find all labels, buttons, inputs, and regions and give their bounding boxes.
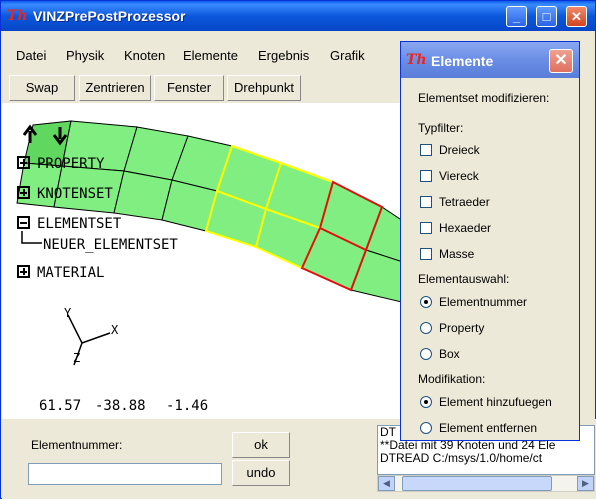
menu-grafik[interactable]: Grafik	[330, 48, 365, 63]
close-button[interactable]: ✕	[566, 6, 587, 27]
coord-x: 61.57	[39, 398, 82, 414]
checkbox-hexaeder[interactable]	[420, 222, 432, 234]
fenster-button[interactable]: Fenster	[154, 75, 224, 101]
collapse-elementset-icon[interactable]	[17, 216, 30, 229]
graphics-canvas[interactable]	[2, 103, 406, 419]
swap-button[interactable]: Swap	[9, 75, 75, 101]
checkbox-masse[interactable]	[420, 248, 432, 260]
dialog-logo: Th	[406, 52, 427, 68]
ok-button[interactable]: ok	[232, 432, 290, 458]
maximize-button[interactable]: □	[536, 6, 557, 27]
scroll-left-icon[interactable]: ◀	[378, 476, 395, 491]
radio-elementnummer[interactable]	[420, 296, 432, 308]
menu-datei[interactable]: Datei	[16, 48, 46, 63]
close-icon: ✕	[554, 52, 568, 69]
tree-item-knotenset[interactable]: KNOTENSET	[37, 186, 113, 202]
coord-y: -38.88	[95, 398, 146, 414]
menu-ergebnis[interactable]: Ergebnis	[258, 48, 309, 63]
option-viereck[interactable]: Viereck	[439, 169, 479, 183]
menu-physik[interactable]: Physik	[66, 48, 104, 63]
maximize-icon: □	[542, 9, 551, 24]
expand-knotenset-icon[interactable]	[17, 186, 30, 199]
option-box[interactable]: Box	[439, 347, 460, 361]
tree-item-material[interactable]: MATERIAL	[37, 265, 104, 281]
option-masse[interactable]: Masse	[439, 247, 474, 261]
dialog-title: Elemente	[431, 53, 494, 69]
close-icon: ✕	[571, 9, 582, 24]
elemente-dialog: Th Elemente ✕ Elementset modifizieren: T…	[400, 41, 580, 441]
dialog-close-button[interactable]: ✕	[549, 49, 573, 73]
title-bar: Th VINZPrePostProzessor _ □ ✕	[1, 1, 595, 31]
option-hexaeder[interactable]: Hexaeder	[439, 221, 491, 235]
menu-elemente[interactable]: Elemente	[183, 48, 238, 63]
checkbox-viereck[interactable]	[420, 170, 432, 182]
app-logo: Th	[7, 8, 28, 24]
elementnummer-input[interactable]	[28, 463, 222, 485]
drehpunkt-button[interactable]: Drehpunkt	[227, 75, 301, 101]
radio-box[interactable]	[420, 348, 432, 360]
axis-label-x: X	[111, 323, 119, 337]
undo-button[interactable]: undo	[232, 460, 290, 486]
menu-knoten[interactable]: Knoten	[124, 48, 165, 63]
expand-material-icon[interactable]	[17, 265, 30, 278]
option-element-hinzufuegen[interactable]: Element hinzufuegen	[439, 395, 552, 409]
minimize-icon: _	[512, 9, 521, 24]
tree-connector	[21, 231, 42, 244]
expand-property-icon[interactable]	[17, 156, 30, 169]
zentrieren-button[interactable]: Zentrieren	[79, 75, 151, 101]
log-horizontal-scrollbar[interactable]: ◀ ▶	[377, 475, 595, 492]
axis-label-y: Y	[64, 306, 72, 320]
scroll-right-icon[interactable]: ▶	[577, 476, 594, 491]
window-title: VINZPrePostProzessor	[33, 8, 186, 24]
radio-property[interactable]	[420, 322, 432, 334]
tree-item-neuer-elementset[interactable]: NEUER_ELEMENTSET	[43, 237, 178, 253]
option-tetraeder[interactable]: Tetraeder	[439, 195, 490, 209]
axis-label-z: Z	[73, 351, 81, 365]
modifikation-label: Modifikation:	[418, 372, 486, 386]
dialog-title-bar[interactable]: Th Elemente ✕	[401, 42, 579, 78]
radio-element-entfernen[interactable]	[420, 422, 432, 434]
elementnummer-label: Elementnummer:	[31, 438, 123, 452]
elementauswahl-label: Elementauswahl:	[418, 272, 510, 286]
checkbox-dreieck[interactable]	[420, 144, 432, 156]
option-element-entfernen[interactable]: Element entfernen	[439, 421, 537, 435]
minimize-button[interactable]: _	[506, 6, 527, 27]
coord-z: -1.46	[166, 398, 209, 414]
tree-item-elementset[interactable]: ELEMENTSET	[37, 216, 121, 232]
radio-element-hinzufuegen[interactable]	[420, 396, 432, 408]
scroll-thumb[interactable]	[402, 476, 552, 491]
option-dreieck[interactable]: Dreieck	[439, 143, 480, 157]
tree-item-property[interactable]: PROPERTY	[37, 156, 104, 172]
option-elementnummer[interactable]: Elementnummer	[439, 295, 527, 309]
mesh-view[interactable]	[2, 103, 406, 419]
checkbox-tetraeder[interactable]	[420, 196, 432, 208]
log-line: DTREAD C:/msys/1.0/home/ct	[380, 451, 543, 465]
dialog-heading: Elementset modifizieren:	[418, 91, 550, 105]
option-property[interactable]: Property	[439, 321, 484, 335]
typfilter-label: Typfilter:	[418, 121, 464, 135]
